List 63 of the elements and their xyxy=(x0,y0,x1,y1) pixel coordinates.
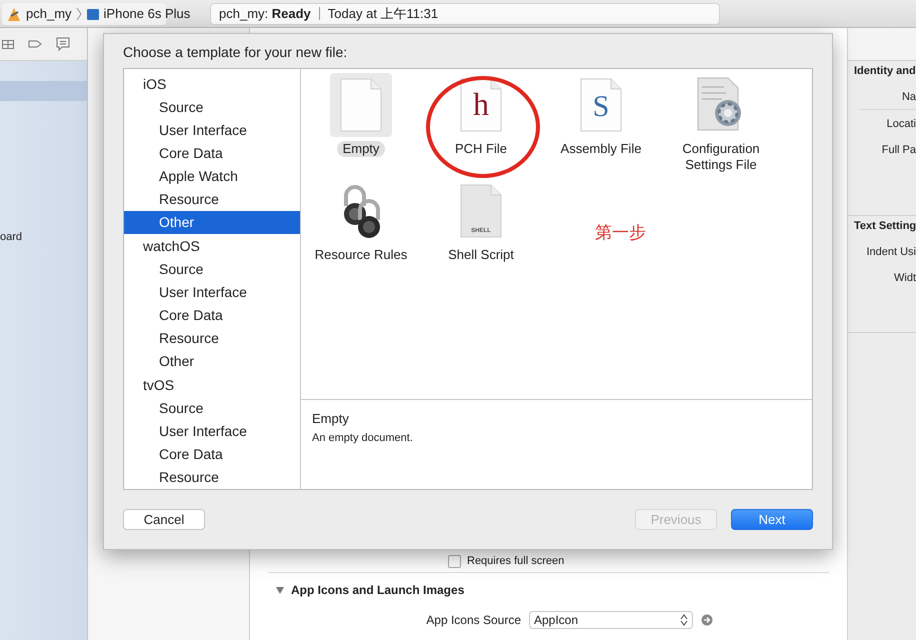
stepper-icon xyxy=(680,614,688,626)
template-label: Assembly File xyxy=(560,140,642,157)
template-label: PCH File xyxy=(454,140,508,157)
next-button[interactable]: Next xyxy=(731,508,813,530)
timestamp: Today at 上午11:31 xyxy=(328,4,438,22)
category-item[interactable]: Other xyxy=(124,350,300,373)
category-item[interactable]: User Interface xyxy=(124,420,300,443)
template-label: Resource Rules xyxy=(314,246,408,263)
description-title: Empty xyxy=(312,410,350,426)
arrow-circle-icon[interactable] xyxy=(701,614,713,626)
category-item[interactable]: Source xyxy=(124,96,300,119)
file-name[interactable]: oard xyxy=(0,231,22,243)
category-item[interactable]: User Interface xyxy=(124,280,300,304)
cancel-button[interactable]: Cancel xyxy=(123,508,205,530)
category-item[interactable]: Apple Watch xyxy=(124,164,300,188)
field-label: Locati xyxy=(886,118,916,130)
annotation-text: 第一步 xyxy=(595,222,646,244)
chevron-icon xyxy=(76,6,82,22)
document-icon xyxy=(339,78,383,132)
category-item[interactable]: User Interface xyxy=(124,118,300,142)
grid-icon xyxy=(2,38,14,50)
category-header: tvOS xyxy=(142,376,176,395)
category-item[interactable]: Resource xyxy=(124,188,300,211)
section-title: Identity and xyxy=(854,65,916,77)
category-header: watchOS xyxy=(142,236,201,256)
field-label: Na xyxy=(902,91,916,103)
category-item[interactable]: Resource xyxy=(124,326,300,350)
disclosure-triangle-icon[interactable] xyxy=(275,585,285,595)
field-label: Widt xyxy=(894,272,916,284)
template-tile[interactable]: Resource Rules xyxy=(301,178,421,285)
status-text: pch_my: Ready xyxy=(219,6,311,21)
category-item[interactable]: Other xyxy=(124,210,300,234)
template-label: Empty xyxy=(336,140,386,157)
category-item[interactable]: Resource xyxy=(124,466,300,489)
field-label: Indent Usi xyxy=(866,246,916,258)
checkbox-label: Requires full screen xyxy=(467,555,564,567)
tool-icon xyxy=(6,6,22,22)
section-title: App Icons and Launch Images xyxy=(291,583,464,597)
document-icon: S xyxy=(579,78,623,132)
checkbox[interactable] xyxy=(448,554,461,568)
section-title: Text Setting xyxy=(854,220,916,232)
description-text: An empty document. xyxy=(312,432,414,444)
category-item[interactable]: Source xyxy=(124,396,300,420)
template-label: Shell Script xyxy=(447,246,515,263)
template-tile[interactable]: S Assembly File xyxy=(541,72,661,179)
tag-icon xyxy=(28,38,42,50)
category-item[interactable]: Source xyxy=(124,258,300,281)
app-icons-popup[interactable]: AppIcon xyxy=(529,611,693,629)
category-header: iOS xyxy=(142,74,168,94)
device-icon xyxy=(86,6,100,20)
device-name[interactable]: iPhone 6s Plus xyxy=(104,6,190,21)
field-label: App Icons Source xyxy=(425,613,521,627)
category-item[interactable]: Core Data xyxy=(124,304,300,327)
field-label: Full Pa xyxy=(882,144,916,156)
category-item[interactable]: Core Data xyxy=(124,442,300,466)
dialog-title: Choose a template for your new file: xyxy=(123,44,348,62)
template-label: Configuration Settings File xyxy=(681,140,761,173)
template-tile[interactable]: Empty xyxy=(301,72,421,179)
category-item[interactable]: Core Data xyxy=(124,142,300,165)
template-tile[interactable]: Configuration Settings File xyxy=(661,72,781,179)
document-icon: h xyxy=(459,78,503,132)
scheme-name[interactable]: pch_my xyxy=(26,6,72,21)
message-icon xyxy=(56,37,70,51)
